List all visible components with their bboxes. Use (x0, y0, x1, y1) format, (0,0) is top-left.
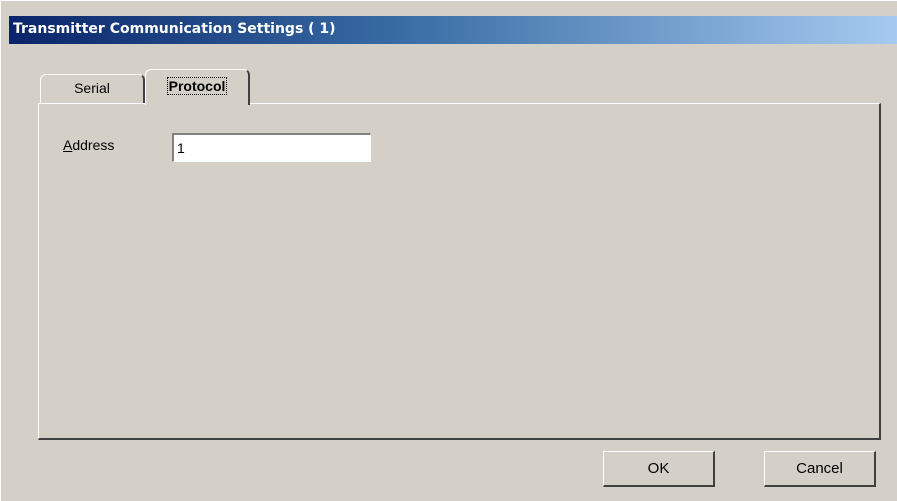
tab-protocol-label: Protocol (166, 77, 228, 95)
address-label-accelerator: A (63, 137, 73, 153)
tab-serial[interactable]: Serial (40, 74, 145, 104)
tab-serial-label: Serial (74, 80, 110, 96)
address-input[interactable] (172, 133, 371, 162)
protocol-tab-panel: Address (38, 103, 881, 440)
cancel-button[interactable]: Cancel (764, 451, 876, 487)
address-label-rest: ddress (72, 137, 115, 153)
ok-button[interactable]: OK (603, 451, 715, 487)
dialog-window: Transmitter Communication Settings ( 1) … (0, 0, 897, 501)
title-bar[interactable]: Transmitter Communication Settings ( 1) (9, 16, 897, 44)
address-label: Address (63, 137, 114, 153)
tab-protocol[interactable]: Protocol (145, 69, 250, 105)
window-title: Transmitter Communication Settings ( 1) (13, 21, 336, 37)
